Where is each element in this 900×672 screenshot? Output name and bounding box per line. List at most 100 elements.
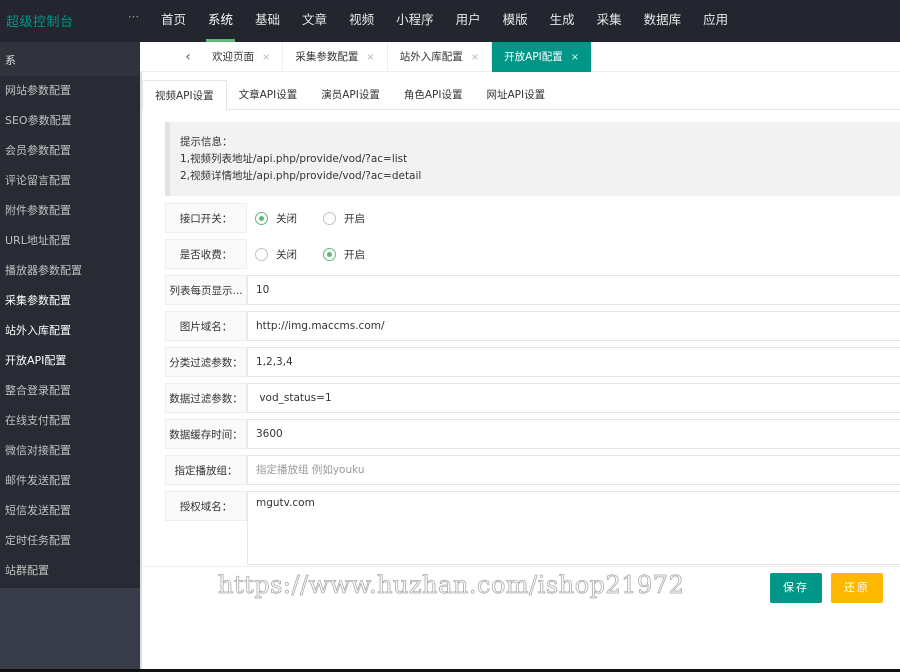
nav-item-miniprogram[interactable]: 小程序	[385, 0, 445, 42]
api-switch-label: 接口开关：	[165, 203, 247, 233]
sidebar-item-collect-config[interactable]: 采集参数配置	[0, 286, 140, 316]
form-row-page-size: 列表每页显示... 10	[165, 275, 900, 305]
sub-tab-video-api[interactable]: 视频API设置	[142, 80, 227, 111]
charge-label: 是否收费：	[165, 239, 247, 269]
radio-label: 开启	[344, 212, 365, 225]
sidebar-menu: 系 网站参数配置 SEO参数配置 会员参数配置 评论留言配置 附件参数配置 UR…	[0, 42, 140, 588]
api-switch-radio-group: 关闭 开启	[255, 203, 391, 233]
nav-item-templates[interactable]: 模版	[492, 0, 539, 42]
watermark-text: https://www.huzhan.com/ishop21972	[218, 571, 685, 600]
api-switch-on-radio[interactable]: 开启	[323, 211, 365, 226]
play-group-input[interactable]: 指定播放组 例如youku	[247, 455, 900, 485]
nav-item-apps[interactable]: 应用	[692, 0, 739, 42]
radio-checked-icon	[323, 247, 336, 261]
sidebar-toggle-icon[interactable]: ⋯	[128, 10, 139, 23]
tabs-prev-icon[interactable]: ‹	[178, 49, 198, 65]
sub-tab-actor-api[interactable]: 演员API设置	[309, 80, 392, 110]
tip-line-detail: 2,视频详情地址/api.php/provide/vod/?ac=detail	[180, 170, 422, 182]
type-filter-input[interactable]: 1,2,3,4	[247, 347, 900, 377]
nav-item-basic[interactable]: 基础	[244, 0, 291, 42]
save-button[interactable]: 保存	[770, 573, 822, 603]
sub-tab-website-api[interactable]: 网址API设置	[475, 80, 558, 110]
close-icon[interactable]: ×	[262, 52, 270, 63]
sub-tab-article-api[interactable]: 文章API设置	[227, 80, 310, 110]
radio-label: 关闭	[276, 212, 297, 225]
sidebar-item-seo-config[interactable]: SEO参数配置	[0, 106, 140, 136]
sidebar-list: 网站参数配置 SEO参数配置 会员参数配置 评论留言配置 附件参数配置 URL地…	[0, 76, 140, 586]
api-sub-tabs: 视频API设置 文章API设置 演员API设置 角色API设置 网址API设置	[142, 80, 900, 111]
radio-label: 关闭	[276, 248, 297, 261]
page-tab-label: 采集参数配置	[295, 51, 359, 63]
auth-domain-textarea[interactable]: mgutv.com	[247, 491, 900, 565]
nav-item-generate[interactable]: 生成	[539, 0, 586, 42]
cache-time-input[interactable]: 3600	[247, 419, 900, 449]
sidebar-item-import-config[interactable]: 站外入库配置	[0, 316, 140, 346]
radio-unchecked-icon	[255, 247, 268, 261]
sidebar-item-api-config[interactable]: 开放API配置	[0, 346, 140, 376]
data-filter-label: 数据过滤参数：	[165, 383, 247, 413]
form-row-api-switch: 接口开关： 关闭 开启	[165, 203, 900, 233]
sidebar-item-sitegroup-config[interactable]: 站群配置	[0, 556, 140, 586]
page-tab-list: 欢迎页面 × 采集参数配置 × 站外入库配置 × 开放API配置 ×	[200, 42, 593, 72]
sidebar-item-attachment-config[interactable]: 附件参数配置	[0, 196, 140, 226]
auth-domain-label: 授权域名：	[165, 491, 247, 521]
page-tab-collect-config[interactable]: 采集参数配置 ×	[283, 42, 388, 72]
page-tab-label: 开放API配置	[504, 51, 563, 63]
sidebar-item-site-config[interactable]: 网站参数配置	[0, 76, 140, 106]
page-tab-import-config[interactable]: 站外入库配置 ×	[388, 42, 493, 72]
radio-unchecked-icon	[323, 211, 336, 225]
radio-checked-icon	[255, 211, 268, 225]
close-icon[interactable]: ×	[571, 52, 579, 63]
page-tab-api-config[interactable]: 开放API配置 ×	[492, 42, 593, 72]
form-row-auth-domain: 授权域名： mgutv.com	[165, 491, 900, 565]
sidebar-item-member-config[interactable]: 会员参数配置	[0, 136, 140, 166]
sidebar-item-sms-config[interactable]: 短信发送配置	[0, 496, 140, 526]
sub-tab-role-api[interactable]: 角色API设置	[392, 80, 475, 110]
sidebar-item-login-config[interactable]: 整合登录配置	[0, 376, 140, 406]
sidebar: 系 网站参数配置 SEO参数配置 会员参数配置 评论留言配置 附件参数配置 UR…	[0, 42, 140, 669]
img-domain-input[interactable]: http://img.maccms.com/	[247, 311, 900, 341]
charge-off-radio[interactable]: 关闭	[255, 247, 297, 262]
nav-item-system[interactable]: 系统	[197, 0, 244, 42]
play-group-label: 指定播放组：	[165, 455, 247, 485]
cache-time-label: 数据缓存时间：	[165, 419, 247, 449]
sidebar-item-payment-config[interactable]: 在线支付配置	[0, 406, 140, 436]
form-row-data-filter: 数据过滤参数： vod_status=1	[165, 383, 900, 413]
sidebar-item-wechat-config[interactable]: 微信对接配置	[0, 436, 140, 466]
nav-item-users[interactable]: 用户	[445, 0, 492, 42]
sidebar-group-header[interactable]: 系	[0, 42, 140, 76]
tip-box: 提示信息： 1,视频列表地址/api.php/provide/vod/?ac=l…	[165, 122, 900, 196]
nav-item-database[interactable]: 数据库	[633, 0, 693, 42]
form-row-cache-time: 数据缓存时间： 3600	[165, 419, 900, 449]
top-nav: 首页 系统 基础 文章 视频 小程序 用户 模版 生成 采集 数据库 应用	[150, 0, 739, 42]
close-icon[interactable]: ×	[366, 52, 374, 63]
page-tab-welcome[interactable]: 欢迎页面 ×	[200, 42, 284, 72]
tip-title: 提示信息：	[180, 136, 233, 148]
data-filter-input[interactable]: vod_status=1	[247, 383, 900, 413]
radio-label: 开启	[344, 248, 365, 261]
footer-divider	[142, 566, 900, 567]
sidebar-group-label: 系	[5, 54, 16, 67]
form-row-charge: 是否收费： 关闭 开启	[165, 239, 900, 269]
sidebar-item-comment-config[interactable]: 评论留言配置	[0, 166, 140, 196]
close-icon[interactable]: ×	[471, 52, 479, 63]
app-logo[interactable]: 超级控制台	[6, 11, 74, 30]
tip-line-list: 1,视频列表地址/api.php/provide/vod/?ac=list	[180, 153, 408, 165]
page-size-input[interactable]: 10	[247, 275, 900, 305]
sidebar-item-player-config[interactable]: 播放器参数配置	[0, 256, 140, 286]
page-size-label: 列表每页显示...	[165, 275, 247, 305]
img-domain-label: 图片域名：	[165, 311, 247, 341]
nav-item-home[interactable]: 首页	[150, 0, 197, 42]
nav-item-collect[interactable]: 采集	[586, 0, 633, 42]
sidebar-item-email-config[interactable]: 邮件发送配置	[0, 466, 140, 496]
reset-button[interactable]: 还原	[831, 573, 883, 603]
top-header: 超级控制台 ⋯ 首页 系统 基础 文章 视频 小程序 用户 模版 生成 采集 数…	[0, 0, 900, 42]
sidebar-item-url-config[interactable]: URL地址配置	[0, 226, 140, 256]
api-switch-off-radio[interactable]: 关闭	[255, 211, 297, 226]
charge-radio-group: 关闭 开启	[255, 239, 391, 269]
nav-item-video[interactable]: 视频	[338, 0, 385, 42]
charge-on-radio[interactable]: 开启	[323, 247, 365, 262]
nav-item-article[interactable]: 文章	[291, 0, 338, 42]
sidebar-item-cron-config[interactable]: 定时任务配置	[0, 526, 140, 556]
form-row-type-filter: 分类过滤参数： 1,2,3,4	[165, 347, 900, 377]
